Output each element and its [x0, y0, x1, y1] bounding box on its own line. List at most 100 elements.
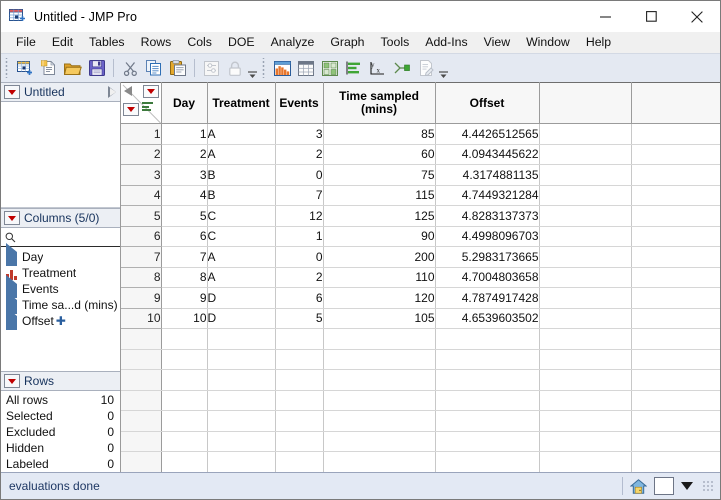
cell-empty[interactable]	[275, 369, 324, 391]
cell-empty[interactable]	[207, 451, 276, 473]
column-header-offset[interactable]: Offset	[435, 82, 540, 124]
menu-graph[interactable]: Graph	[322, 33, 372, 52]
cell-empty[interactable]	[207, 328, 276, 350]
table-row-empty[interactable]	[121, 451, 720, 473]
cell-empty[interactable]	[323, 451, 436, 473]
column-header-blank-2[interactable]	[631, 82, 720, 124]
bar-chart-icon[interactable]	[342, 56, 366, 80]
cell-treatment[interactable]: C	[207, 205, 276, 227]
cell-empty[interactable]	[631, 349, 720, 370]
menu-rows[interactable]: Rows	[133, 33, 180, 52]
rows-panel-header[interactable]: Rows	[1, 371, 120, 391]
cell-blank-2[interactable]	[631, 308, 720, 329]
cell-treatment[interactable]: C	[207, 226, 276, 247]
fit-y-by-x-icon[interactable]	[318, 56, 342, 80]
menu-cols[interactable]: Cols	[179, 33, 220, 52]
cell-blank-1[interactable]	[539, 308, 632, 329]
cell-day[interactable]: 4	[161, 185, 208, 206]
cell-blank-2[interactable]	[631, 287, 720, 309]
cell-empty[interactable]	[539, 390, 632, 411]
cell-events[interactable]: 5	[275, 308, 324, 329]
cell-day[interactable]: 2	[161, 144, 208, 165]
open-folder-icon[interactable]	[61, 56, 85, 80]
cell-blank-2[interactable]	[631, 267, 720, 288]
cell-blank-2[interactable]	[631, 185, 720, 206]
cell-blank-1[interactable]	[539, 205, 632, 227]
cell-empty[interactable]	[631, 369, 720, 391]
menu-tools[interactable]: Tools	[373, 33, 418, 52]
table-row[interactable]: 3 3 B 0 75 4.3174881135	[121, 164, 720, 186]
table-row-empty[interactable]	[121, 390, 720, 411]
cell-events[interactable]: 2	[275, 267, 324, 288]
cell-empty[interactable]	[539, 431, 632, 452]
cell-empty[interactable]	[207, 431, 276, 452]
toolbar-grip[interactable]	[261, 58, 268, 78]
cell-empty[interactable]	[161, 451, 208, 473]
status-preview-box[interactable]	[654, 477, 674, 495]
save-disk-icon[interactable]	[85, 56, 109, 80]
cell-offset[interactable]: 4.0943445622	[435, 144, 540, 165]
cell-blank-2[interactable]	[631, 164, 720, 186]
menu-analyze[interactable]: Analyze	[263, 33, 323, 52]
cell-time-sampled[interactable]: 120	[323, 287, 436, 309]
rows-stat-labeled[interactable]: Labeled 0	[1, 456, 120, 472]
cell-events[interactable]: 3	[275, 123, 324, 145]
cell-empty[interactable]	[435, 369, 540, 391]
table-row-empty[interactable]	[121, 349, 720, 370]
cell-empty[interactable]	[435, 349, 540, 370]
copy-icon[interactable]	[142, 56, 166, 80]
cell-blank-1[interactable]	[539, 164, 632, 186]
row-number-cell[interactable]: 9	[121, 287, 162, 309]
cell-empty[interactable]	[539, 328, 632, 350]
table-row[interactable]: 4 4 B 7 115 4.7449321284	[121, 185, 720, 206]
menu-add-ins[interactable]: Add-Ins	[417, 33, 475, 52]
window-resize-grip[interactable]	[702, 480, 714, 492]
cell-blank-1[interactable]	[539, 185, 632, 206]
column-header-day[interactable]: Day	[161, 82, 208, 124]
table-row[interactable]: 2 2 A 2 60 4.0943445622	[121, 144, 720, 165]
cell-day[interactable]: 3	[161, 164, 208, 186]
row-number-cell-empty[interactable]	[121, 431, 162, 452]
row-number-cell-empty[interactable]	[121, 390, 162, 411]
cell-blank-1[interactable]	[539, 246, 632, 268]
cell-empty[interactable]	[435, 328, 540, 350]
cell-offset[interactable]: 4.6539603502	[435, 308, 540, 329]
cell-treatment[interactable]: A	[207, 123, 276, 145]
menu-doe[interactable]: DOE	[220, 33, 263, 52]
cell-empty[interactable]	[323, 410, 436, 432]
column-item-events[interactable]: Events	[1, 274, 120, 298]
cell-events[interactable]: 12	[275, 205, 324, 227]
column-header-blank-1[interactable]	[539, 82, 632, 124]
row-number-cell[interactable]: 4	[121, 185, 162, 206]
cell-blank-1[interactable]	[539, 123, 632, 145]
cell-time-sampled[interactable]: 110	[323, 267, 436, 288]
lock-icon[interactable]	[223, 56, 247, 80]
cell-blank-2[interactable]	[631, 246, 720, 268]
column-header-events[interactable]: Events	[275, 82, 324, 124]
row-number-cell-empty[interactable]	[121, 451, 162, 473]
menu-tables[interactable]: Tables	[81, 33, 133, 52]
cell-empty[interactable]	[207, 369, 276, 391]
cell-empty[interactable]	[207, 410, 276, 432]
table-row[interactable]: 10 10 D 5 105 4.6539603502	[121, 308, 720, 329]
home-window-icon[interactable]	[629, 478, 648, 494]
cell-empty[interactable]	[539, 410, 632, 432]
row-number-cell-empty[interactable]	[121, 369, 162, 391]
paste-clipboard-icon[interactable]	[166, 56, 190, 80]
cell-empty[interactable]	[631, 410, 720, 432]
menu-edit[interactable]: Edit	[44, 33, 81, 52]
row-number-cell[interactable]: 2	[121, 144, 162, 165]
cell-empty[interactable]	[207, 349, 276, 370]
cell-treatment[interactable]: A	[207, 267, 276, 288]
cell-empty[interactable]	[539, 451, 632, 473]
cell-day[interactable]: 10	[161, 308, 208, 329]
column-item-time-sampled[interactable]: Time sa...d (mins)	[1, 290, 120, 314]
columns-disclosure-icon[interactable]	[142, 85, 159, 98]
cell-empty[interactable]	[435, 451, 540, 473]
cell-events[interactable]: 1	[275, 226, 324, 247]
row-number-cell-empty[interactable]	[121, 328, 162, 350]
row-number-cell[interactable]: 8	[121, 267, 162, 288]
maximize-button[interactable]	[628, 1, 674, 32]
table-row-empty[interactable]	[121, 369, 720, 391]
cell-offset[interactable]: 4.3174881135	[435, 164, 540, 186]
